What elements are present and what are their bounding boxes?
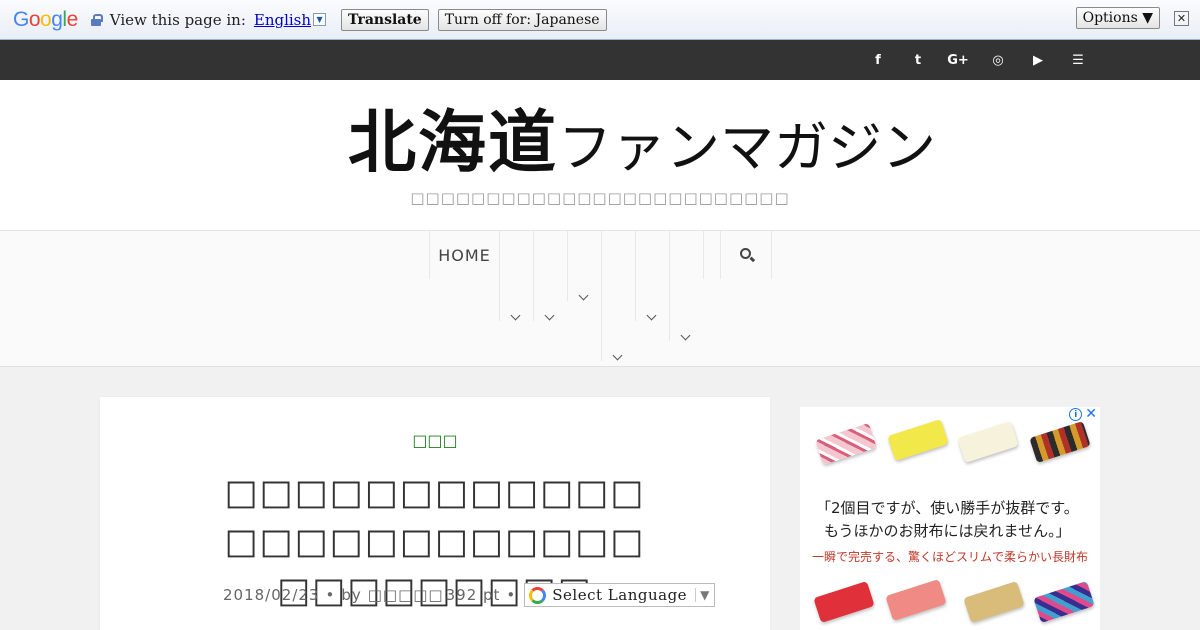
options-button[interactable]: Options ▼ [1075, 7, 1160, 29]
sidebar-ad[interactable]: i ✕ 「2個目ですが、使い勝手が抜群です。 もうほかのお財布には戻れません。」… [800, 407, 1100, 630]
nav-item-4[interactable] [601, 231, 635, 361]
chevron-down-icon [646, 310, 657, 321]
article-meta: 2018/02/23 • by □□□□□ 392 pt • Select La… [223, 583, 715, 607]
language-select-label: Select Language [552, 586, 688, 604]
translate-button[interactable]: Translate [341, 8, 429, 31]
wallet-image [1029, 420, 1091, 464]
wallet-image [1033, 580, 1095, 624]
by-label: by [341, 586, 362, 604]
translate-label: View this page in: [109, 10, 246, 29]
youtube-icon[interactable]: ▶ [1018, 40, 1058, 80]
chevron-down-icon [612, 350, 623, 361]
article-card: □□□ □□□□□□□□□□□□ □□□□□□□□□□□□ □□□□□□□□□ … [100, 397, 770, 630]
ad-quote: もうほかのお財布には戻れません。」 [824, 522, 1071, 540]
site-logo[interactable]: 北海道ファンマガジン [348, 102, 936, 186]
language-select[interactable]: Select Language ▼ [524, 583, 715, 607]
social-icons: f t G+ ◎ ▶ ☰ [858, 40, 1098, 80]
ad-controls: i ✕ [1069, 407, 1097, 421]
nav-item-6[interactable] [669, 231, 703, 341]
twitter-icon[interactable]: t [898, 40, 938, 80]
wallet-image [957, 420, 1019, 464]
article-title-line: □□□□□□□□□□□□ □□□□□□□□□□□□ [224, 473, 646, 562]
turn-off-button[interactable]: Turn off for: Japanese [437, 8, 607, 31]
search-button[interactable] [720, 231, 772, 279]
language-link[interactable]: English [254, 11, 311, 29]
google-logo: Google [13, 7, 78, 31]
language-dropdown-icon[interactable]: ▼ [313, 13, 327, 26]
article-date: 2018/02/23 [223, 586, 320, 604]
site-header: 北海道ファンマガジン □□□□□□□□□□□□□□□□□□□□□□□□□ [0, 80, 1200, 230]
ad-quote: 「2個目ですが、使い勝手が抜群です。 [816, 499, 1079, 517]
instagram-icon[interactable]: ◎ [978, 40, 1018, 80]
wallet-image [887, 418, 949, 462]
chevron-down-icon [578, 290, 589, 301]
close-translate-bar-icon[interactable]: ✕ [1174, 11, 1189, 26]
chevron-down-icon [680, 330, 691, 341]
article-points: 392 pt [445, 586, 501, 604]
wallet-image [813, 580, 875, 624]
dropdown-arrow-icon: ▼ [695, 588, 710, 602]
translate-bar: Google View this page in: English ▼ Tran… [0, 0, 1200, 40]
ad-close-icon[interactable]: ✕ [1085, 407, 1097, 421]
rss-icon[interactable]: ☰ [1058, 40, 1098, 80]
social-bar: f t G+ ◎ ▶ ☰ [0, 40, 1200, 80]
article-author[interactable]: □□□□□ [368, 586, 444, 604]
wallet-image [885, 578, 947, 622]
chevron-down-icon [510, 310, 521, 321]
facebook-icon[interactable]: f [858, 40, 898, 80]
article-category[interactable]: □□□ [100, 431, 770, 450]
site-tagline: □□□□□□□□□□□□□□□□□□□□□□□□□ [410, 189, 790, 207]
logo-main: 北海道 [348, 104, 559, 183]
lock-icon [90, 13, 103, 26]
nav-item-3[interactable] [567, 231, 601, 301]
google-g-icon [529, 586, 547, 604]
logo-sub: ファンマガジン [558, 116, 937, 179]
nav-item-1[interactable] [499, 231, 533, 321]
google-plus-icon[interactable]: G+ [938, 40, 978, 80]
main-nav: HOME [0, 230, 1200, 367]
wallet-image [963, 580, 1025, 624]
ad-tagline: 一瞬で完売する、驚くほどスリムで柔らかい長財布 [812, 550, 1089, 564]
nav-item-2[interactable] [533, 231, 567, 321]
wallet-image [815, 422, 877, 466]
ad-info-icon[interactable]: i [1069, 408, 1083, 421]
chevron-down-icon [544, 310, 555, 321]
nav-home[interactable]: HOME [429, 231, 499, 279]
nav-item-7[interactable] [703, 231, 720, 279]
nav-item-5[interactable] [635, 231, 669, 321]
